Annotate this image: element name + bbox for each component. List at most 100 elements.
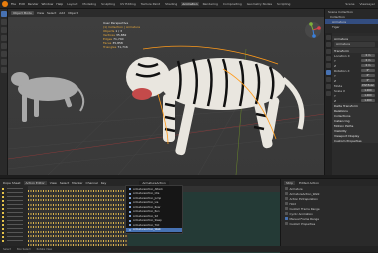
checkbox-icon[interactable] xyxy=(285,202,288,205)
workspace-tab-animation[interactable]: Animation xyxy=(181,2,199,6)
rotate-tool-icon[interactable] xyxy=(1,35,7,41)
channel-row[interactable] xyxy=(0,231,28,234)
select-box-tool-icon[interactable] xyxy=(1,11,7,17)
tab-strip[interactable]: Strip xyxy=(284,180,296,185)
channel-row[interactable] xyxy=(0,207,28,210)
channel-row[interactable] xyxy=(0,235,28,238)
workspace-tab-modeling[interactable]: Modeling xyxy=(81,2,97,6)
physics-properties-tab-icon[interactable] xyxy=(326,77,331,82)
keyframe-row[interactable] xyxy=(28,203,128,206)
tab-edited-action[interactable]: Edited Action xyxy=(299,181,319,185)
object-name-field[interactable]: Armature xyxy=(334,42,375,47)
scale-tool-icon[interactable] xyxy=(1,43,7,49)
output-properties-tab-icon[interactable] xyxy=(326,49,331,54)
keyframe-row[interactable] xyxy=(28,230,128,233)
checkbox-icon[interactable] xyxy=(285,187,288,190)
numeric-field[interactable]: 0° xyxy=(361,68,375,73)
tool-properties-tab-icon[interactable] xyxy=(326,35,331,40)
keyframe-row[interactable] xyxy=(28,217,128,219)
panel-header-armature[interactable]: Armature xyxy=(325,36,378,41)
workspace-tab-sculpting[interactable]: Sculpting xyxy=(100,2,116,6)
world-properties-tab-icon[interactable] xyxy=(326,63,331,68)
keyframe-row[interactable] xyxy=(28,235,128,237)
transform-tool-icon[interactable] xyxy=(1,51,7,57)
measure-tool-icon[interactable] xyxy=(1,67,7,73)
channel-row[interactable] xyxy=(0,223,28,226)
keyframe-row[interactable] xyxy=(28,190,128,192)
workspace-tab-texture-paint[interactable]: Texture Paint xyxy=(140,2,161,6)
dope-sheet-menu-key[interactable]: Key xyxy=(101,181,106,185)
workspace-tab-scripting[interactable]: Scripting xyxy=(276,2,291,6)
menu-render[interactable]: Render xyxy=(28,2,39,6)
numeric-field[interactable]: 1.000 xyxy=(361,93,375,98)
navigation-gizmo[interactable] xyxy=(304,21,322,39)
checkbox-icon[interactable] xyxy=(285,207,288,210)
workspace-tab-geometry-nodes[interactable]: Geometry Nodes xyxy=(246,2,273,6)
channel-row[interactable] xyxy=(0,211,28,214)
blender-logo-icon[interactable] xyxy=(2,1,8,7)
grey-lioness-model[interactable] xyxy=(11,72,85,122)
channel-row[interactable] xyxy=(0,195,28,198)
menu-window[interactable]: Window xyxy=(42,2,54,6)
workspace-tab-shading[interactable]: Shading xyxy=(164,2,178,6)
numeric-field[interactable]: 1.000 xyxy=(361,98,375,103)
numeric-field[interactable]: 1.000 xyxy=(361,88,375,93)
object-properties-tab-icon[interactable] xyxy=(326,70,331,75)
workspace-tab-compositing[interactable]: Compositing xyxy=(222,2,243,6)
cursor-tool-icon[interactable] xyxy=(1,19,7,25)
keyframe-row[interactable] xyxy=(28,226,128,228)
checkbox-icon[interactable] xyxy=(285,222,288,225)
scene-selector[interactable]: Scene xyxy=(344,2,355,6)
render-properties-tab-icon[interactable] xyxy=(326,42,331,47)
menu-file[interactable]: File xyxy=(11,2,16,6)
scene-properties-tab-icon[interactable] xyxy=(326,56,331,61)
menu-help[interactable]: Help xyxy=(56,2,63,6)
keyframe-row[interactable] xyxy=(28,194,128,197)
checkbox-checked-icon[interactable] xyxy=(285,217,288,220)
channel-row[interactable] xyxy=(0,239,28,242)
move-tool-icon[interactable] xyxy=(1,27,7,33)
channel-row[interactable] xyxy=(0,187,28,190)
keyframe-row[interactable] xyxy=(28,199,128,201)
menu-edit[interactable]: Edit xyxy=(19,2,25,6)
numeric-field[interactable]: 0° xyxy=(361,73,375,78)
keyframe-row[interactable] xyxy=(28,212,128,215)
keyframe-channel-icon xyxy=(2,203,4,206)
side-panel-row[interactable]: Custom Properties xyxy=(281,221,378,226)
checkbox-icon[interactable] xyxy=(285,192,288,195)
channel-row[interactable] xyxy=(0,199,28,202)
keyframe-row[interactable] xyxy=(28,239,128,242)
editor-type-selector[interactable]: Dope Sheet xyxy=(3,181,21,185)
panel-header-custom-properties[interactable]: Custom Properties xyxy=(325,138,378,143)
numeric-field[interactable]: XYZ Euler xyxy=(361,83,375,88)
channel-row[interactable] xyxy=(0,203,28,206)
channel-row[interactable] xyxy=(0,227,28,230)
action-option[interactable]: ArmatureAction_Walk xyxy=(126,227,182,232)
dope-sheet-menu-view[interactable]: View xyxy=(50,181,57,185)
3d-viewport[interactable]: Object Mode View Select Add Object User … xyxy=(8,9,324,175)
channel-row[interactable] xyxy=(0,219,28,222)
checkbox-icon[interactable] xyxy=(285,197,288,200)
dope-sheet-mode-selector[interactable]: Action Editor xyxy=(23,180,47,185)
dope-sheet-menu-channel[interactable]: Channel xyxy=(86,181,98,185)
workspace-tab-uv-editing[interactable]: UV Editing xyxy=(119,2,137,6)
keyframe-row[interactable] xyxy=(28,221,128,224)
workspace-tab-layout[interactable]: Layout xyxy=(66,2,78,6)
channel-row[interactable] xyxy=(0,215,28,218)
workspace-tab-rendering[interactable]: Rendering xyxy=(202,2,219,6)
numeric-field[interactable]: 0 m xyxy=(361,63,375,68)
checkbox-icon[interactable] xyxy=(285,212,288,215)
numeric-field[interactable]: 0 m xyxy=(361,53,375,58)
numeric-field[interactable]: 0° xyxy=(361,78,375,83)
constraints-properties-tab-icon[interactable] xyxy=(326,84,331,89)
view-layer-selector[interactable]: ViewLayer xyxy=(359,2,376,6)
channel-row[interactable] xyxy=(0,191,28,194)
action-selector[interactable]: ArmatureAction xyxy=(139,180,169,185)
dope-sheet-menu-marker[interactable]: Marker xyxy=(72,181,82,185)
numeric-field[interactable]: 0 m xyxy=(361,58,375,63)
data-properties-tab-icon[interactable] xyxy=(326,91,331,96)
annotate-tool-icon[interactable] xyxy=(1,59,7,65)
dope-sheet-menu-select[interactable]: Select xyxy=(60,181,69,185)
keyframe-row[interactable] xyxy=(28,208,128,210)
outliner-item-tiger[interactable]: Tiger xyxy=(325,24,378,29)
